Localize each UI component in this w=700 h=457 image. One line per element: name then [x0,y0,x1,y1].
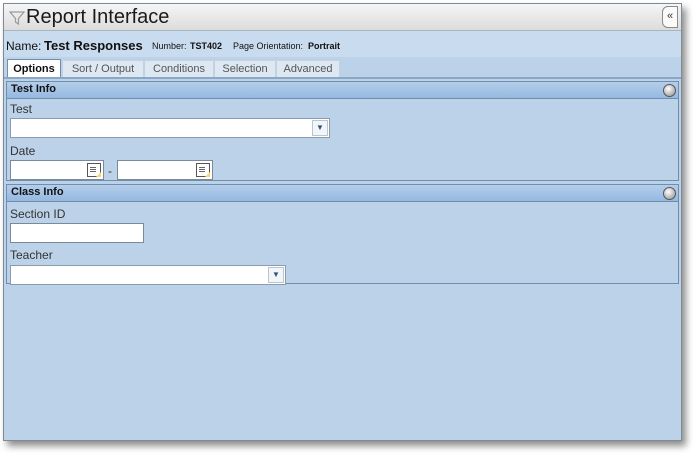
date-to-field[interactable] [117,160,213,180]
test-info-title: Test Info [11,83,57,95]
report-name: Test Responses [44,38,143,53]
section-id-label: Section ID [10,207,66,221]
name-label: Name: [6,39,42,53]
tab-options[interactable]: Options [7,59,61,78]
tab-divider [4,77,681,79]
tab-selection[interactable]: Selection [214,60,276,77]
calendar-icon[interactable] [87,163,101,177]
class-info-title: Class Info [11,186,64,198]
teacher-label: Teacher [10,248,53,262]
test-label: Test [10,102,33,116]
filter-icon [9,11,25,26]
date-from-field[interactable] [10,160,104,180]
chevron-down-icon[interactable]: ▼ [312,120,328,136]
report-number: TST402 [190,41,223,51]
title-bar: Report Interface « [4,4,681,31]
class-info-panel: Class Info Section ID Teacher ▼ [6,184,679,285]
number-label: Number: [152,41,187,51]
date-label: Date [10,144,36,158]
class-info-collapse-icon[interactable] [663,187,676,200]
chevron-down-icon[interactable]: ▼ [268,267,284,283]
collapse-panel-button[interactable]: « [662,6,678,28]
test-info-collapse-icon[interactable] [663,84,676,97]
class-info-header: Class Info [7,185,678,202]
date-range-separator: - [108,164,112,178]
calendar-icon[interactable] [196,163,210,177]
orientation-label: Page Orientation: [233,41,304,51]
tab-sort-output[interactable]: Sort / Output [62,60,144,77]
test-info-panel: Test Info Test ▼ Date - [6,81,679,181]
test-info-header: Test Info [7,82,678,99]
page-orientation: Portrait [308,41,341,51]
report-info-bar: Name: Test Responses Number: TST402 Page… [4,31,681,57]
tab-conditions[interactable]: Conditions [144,60,214,77]
tab-advanced[interactable]: Advanced [276,60,340,77]
section-id-field[interactable] [10,223,144,243]
test-select[interactable]: ▼ [10,118,330,138]
report-interface-window: Report Interface « Name: Test Responses … [3,3,682,441]
teacher-select[interactable]: ▼ [10,265,286,285]
window-title: Report Interface [26,6,170,28]
